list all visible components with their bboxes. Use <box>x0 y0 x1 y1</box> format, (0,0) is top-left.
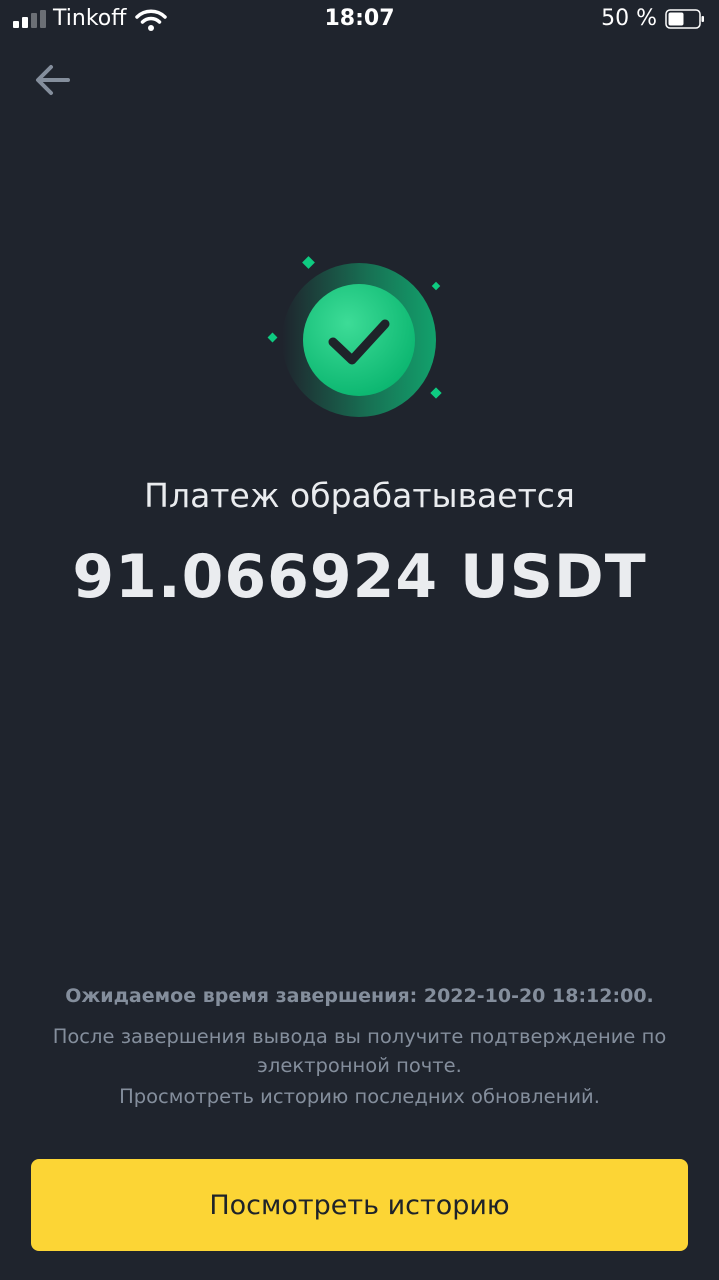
arrow-left-icon <box>36 65 70 95</box>
history-updates-link[interactable]: Просмотреть историю последних обновлений… <box>0 1082 719 1111</box>
sparkle-icon <box>430 387 442 399</box>
back-button[interactable] <box>30 60 76 100</box>
status-bar: Tinkoff 18:07 50 % <box>0 0 719 40</box>
battery-percent: 50 % <box>601 6 657 31</box>
confirmation-note: После завершения вывода вы получите подт… <box>52 1025 667 1077</box>
withdraw-amount: 91.066924 USDT <box>72 542 647 612</box>
battery-icon <box>665 9 704 29</box>
sparkle-icon <box>267 332 278 343</box>
estimated-completion-time: Ожидаемое время завершения: 2022-10-20 1… <box>65 985 654 1007</box>
view-history-button[interactable]: Посмотреть историю <box>31 1159 688 1251</box>
status-title: Платеж обрабатывается <box>144 476 575 515</box>
check-circle-icon <box>267 256 442 417</box>
sparkle-icon <box>302 256 315 269</box>
sparkle-icon <box>431 281 441 291</box>
